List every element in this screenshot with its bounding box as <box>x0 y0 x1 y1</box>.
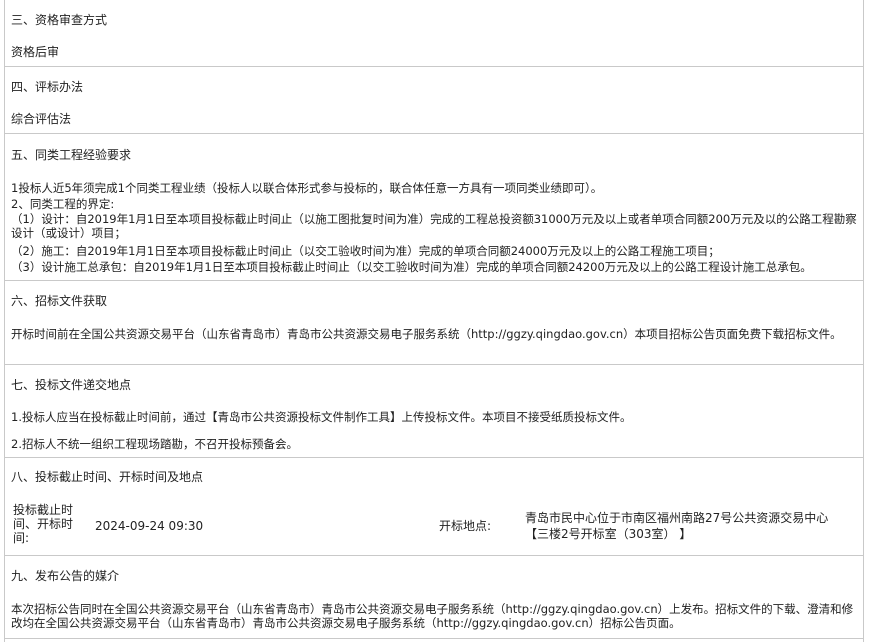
section-5-line-3: （1）设计：自2019年1月1日至本项目投标截止时间止（以施工图批复时间为准）完… <box>11 212 857 240</box>
announcement-table: 三、资格审查方式 资格后审 四、评标办法 综合评估法 五、同类工程经验要求 1投… <box>4 0 864 642</box>
section-5-heading: 五、同类工程经验要求 <box>11 148 132 162</box>
section-7-line-1: 1.投标人应当在投标截止时间前，通过【青岛市公共资源投标文件制作工具】上传投标文… <box>11 410 632 424</box>
section-5-line-4: （2）施工：自2019年1月1日至本项目投标截止时间止（以交工验收时间为准）完成… <box>11 244 720 258</box>
section-3-body: 资格后审 <box>11 45 60 59</box>
section-5-line-2: 2、同类工程的界定: <box>11 197 115 211</box>
section-8-heading: 八、投标截止时间、开标时间及地点 <box>11 470 204 484</box>
divider <box>5 364 863 365</box>
divider <box>5 66 863 67</box>
divider <box>5 457 863 458</box>
section-5-line-5: （3）设计施工总承包：自2019年1月1日至本项目投标截止时间止（以交工验收时间… <box>11 260 812 274</box>
section-7-heading: 七、投标文件递交地点 <box>11 378 132 392</box>
section-9-body: 本次招标公告同时在全国公共资源交易平台（山东省青岛市）青岛市公共资源交易电子服务… <box>11 602 854 630</box>
section-9-heading: 九、发布公告的媒介 <box>11 569 120 583</box>
section-4-heading: 四、评标办法 <box>11 80 84 94</box>
section-7-line-2: 2.招标人不统一组织工程现场踏勘，不召开投标预备会。 <box>11 437 298 451</box>
section-6-body: 开标时间前在全国公共资源交易平台（山东省青岛市）青岛市公共资源交易电子服务系统（… <box>11 327 842 341</box>
section-6-heading: 六、招标文件获取 <box>11 294 108 308</box>
section-4-body: 综合评估法 <box>11 112 72 126</box>
divider <box>5 280 863 281</box>
divider <box>5 555 863 556</box>
venue-label: 开标地点: <box>439 519 492 533</box>
section-5-line-1: 1投标人近5年须完成1个同类工程业绩（投标人以联合体形式参与投标的，联合体任意一… <box>11 181 603 195</box>
divider <box>5 133 863 134</box>
section-3-heading: 三、资格审查方式 <box>11 13 108 27</box>
divider <box>5 638 863 639</box>
deadline-value: 2024-09-24 09:30 <box>95 519 204 533</box>
venue-value: 青岛市民中心位于市南区福州南路27号公共资源交易中心 【三楼2号开标室（303室… <box>525 511 829 541</box>
deadline-label: 投标截止时 间、开标时 间: <box>13 503 74 545</box>
